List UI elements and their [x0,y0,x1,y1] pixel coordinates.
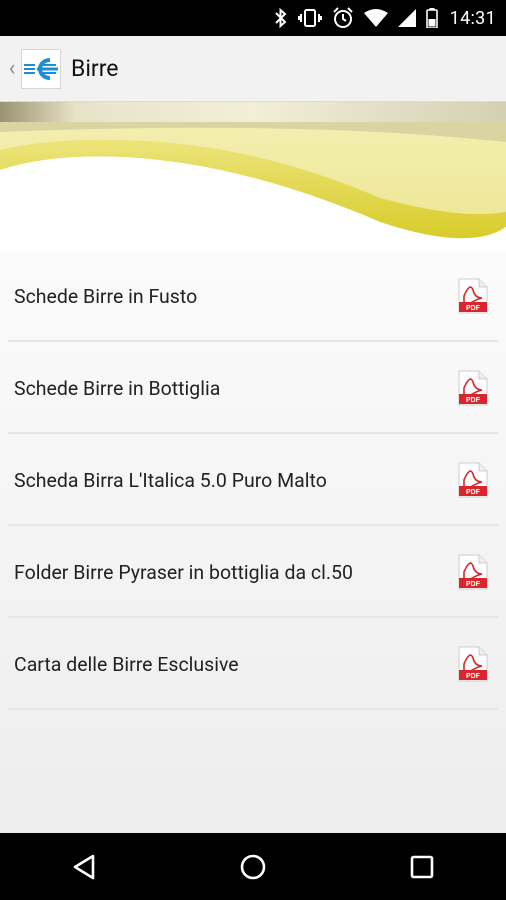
svg-text:PDF: PDF [466,673,481,680]
page-title: Birre [71,55,119,82]
pdf-icon: PDF [458,462,488,498]
recents-icon [410,855,433,878]
action-bar: ‹ Birre [0,36,506,102]
signal-icon [397,9,416,27]
vibrate-icon [297,8,322,28]
alarm-icon [332,7,354,29]
list-item-label: Folder Birre Pyraser in bottiglia da cl.… [14,560,353,584]
logo-icon [24,57,58,80]
back-icon [74,854,95,879]
svg-text:PDF: PDF [466,581,481,588]
status-clock: 14:31 [449,7,496,29]
status-bar: 14:31 [0,0,506,36]
pdf-document-list: Schede Birre in Fusto PDF Schede Birre i… [0,250,506,710]
battery-icon [425,8,438,28]
up-navigation-button[interactable]: ‹ [3,36,21,102]
navigation-bar [0,833,506,900]
app-logo[interactable] [21,48,61,89]
bluetooth-icon [274,8,288,28]
beer-banner-image [0,102,506,252]
chevron-left-icon: ‹ [8,56,16,81]
list-item-label: Scheda Birra L'Italica 5.0 Puro Malto [14,468,327,492]
svg-text:PDF: PDF [466,305,481,312]
list-item-label: Schede Birre in Bottiglia [14,376,221,400]
list-item[interactable]: Carta delle Birre Esclusive PDF [0,618,506,710]
list-item[interactable]: Scheda Birra L'Italica 5.0 Puro Malto PD… [0,434,506,526]
list-item-label: Carta delle Birre Esclusive [14,652,239,676]
list-item-label: Schede Birre in Fusto [14,284,198,308]
pdf-icon: PDF [458,554,488,590]
pdf-icon: PDF [458,646,488,682]
svg-text:PDF: PDF [466,489,481,496]
home-icon [240,854,266,879]
list-item[interactable]: Folder Birre Pyraser in bottiglia da cl.… [0,526,506,618]
nav-home-button[interactable] [223,837,283,897]
list-item[interactable]: Schede Birre in Bottiglia PDF [0,342,506,434]
svg-text:PDF: PDF [466,397,481,404]
pdf-icon: PDF [458,278,488,314]
wifi-icon [363,9,388,27]
pdf-icon: PDF [458,370,488,406]
nav-recents-button[interactable] [392,837,452,897]
nav-back-button[interactable] [54,837,114,897]
list-item[interactable]: Schede Birre in Fusto PDF [0,250,506,342]
